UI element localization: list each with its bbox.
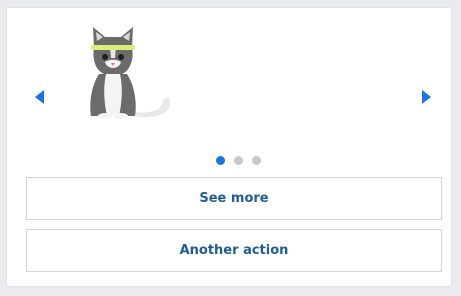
another-action-button[interactable]: Another action xyxy=(26,229,442,272)
carousel-prev-button[interactable] xyxy=(31,86,47,108)
cat-illustration xyxy=(90,27,171,119)
carousel-dot-3[interactable] xyxy=(251,156,261,165)
carousel-indicators xyxy=(7,156,451,166)
chevron-right-icon xyxy=(422,90,431,104)
carousel-dot-1[interactable] xyxy=(215,156,225,165)
carousel-dot-2[interactable] xyxy=(233,156,243,165)
see-more-button[interactable]: See more xyxy=(26,177,442,220)
image-carousel xyxy=(7,8,451,153)
carousel-card: See more Another action xyxy=(6,7,452,287)
carousel-next-button[interactable] xyxy=(419,86,435,108)
chevron-left-icon xyxy=(35,90,44,104)
